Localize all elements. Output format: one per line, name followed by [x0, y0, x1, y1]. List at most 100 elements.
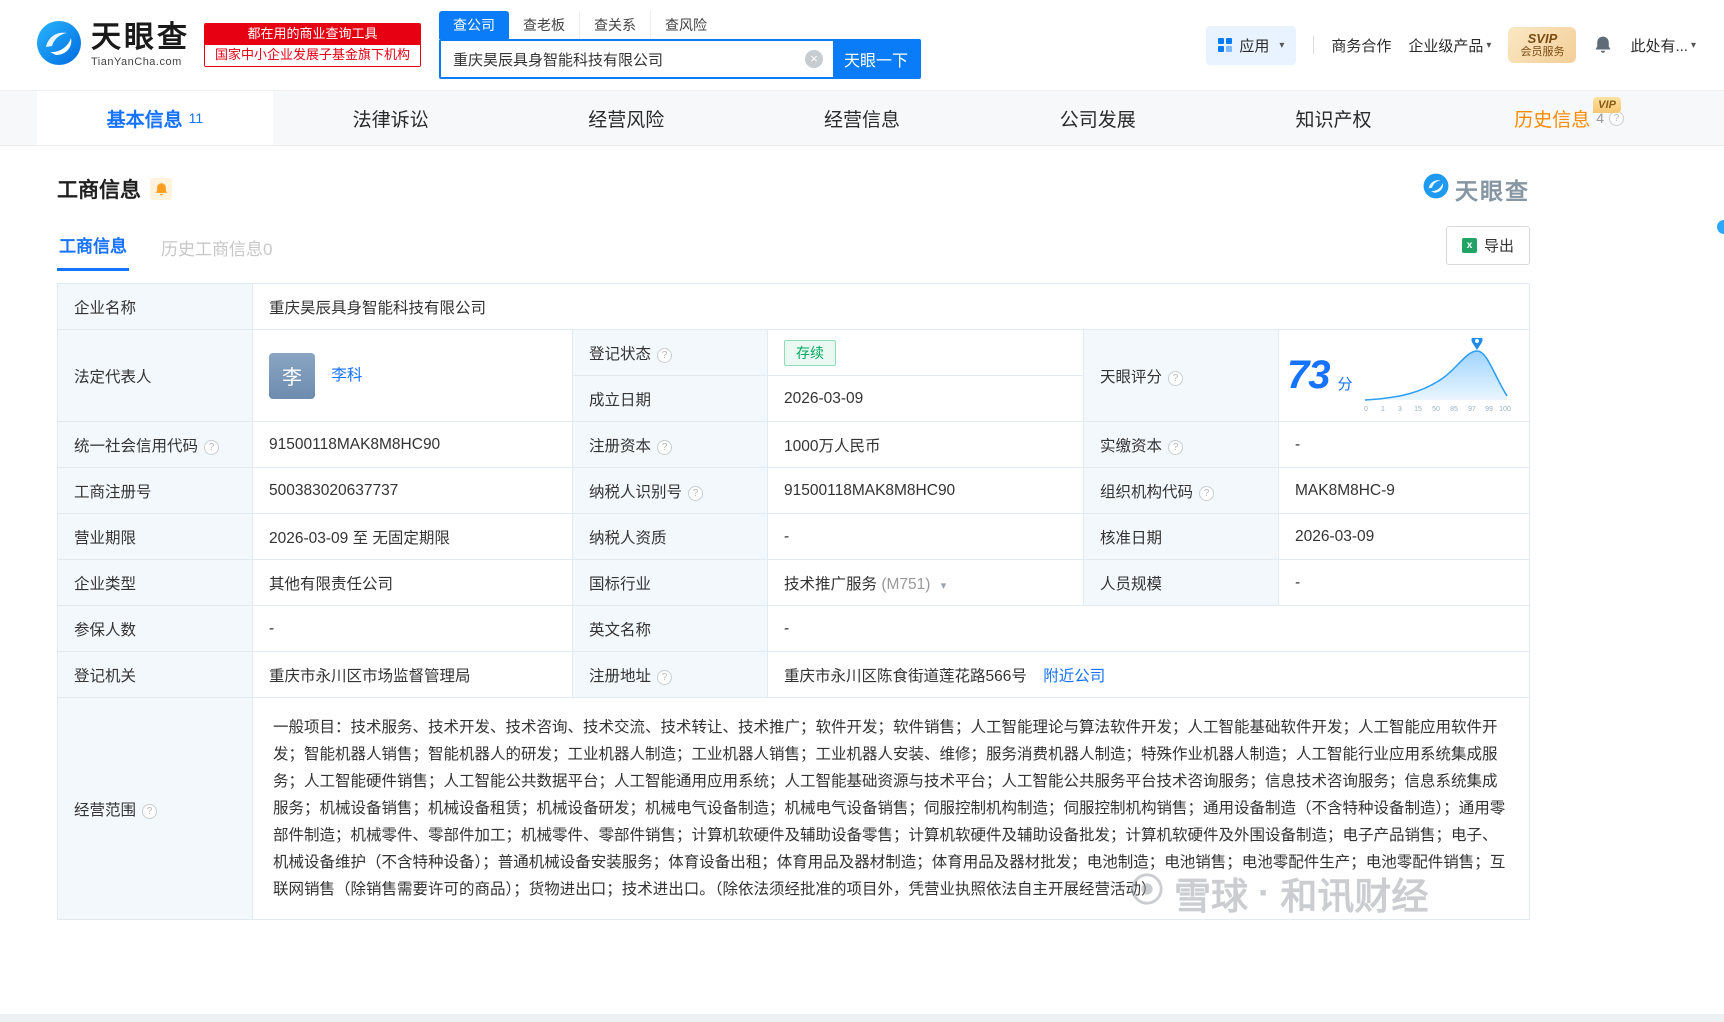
- tab-history-info[interactable]: VIP 历史信息 4 ?: [1451, 91, 1687, 145]
- svg-text:99: 99: [1485, 406, 1493, 413]
- help-icon[interactable]: ?: [657, 669, 673, 685]
- tab-business-info[interactable]: 经营信息: [744, 91, 980, 145]
- tab-company-development[interactable]: 公司发展: [980, 91, 1216, 145]
- company-nav-tabs: 基本信息 11 法律诉讼 经营风险 经营信息 公司发展 知识产权 VIP 历史信…: [0, 90, 1724, 146]
- tab-count: 11: [188, 110, 204, 126]
- subtab-history-business-info[interactable]: 历史工商信息0: [159, 235, 274, 271]
- legal-rep-avatar[interactable]: 李: [269, 352, 315, 399]
- table-row: 企业类型 其他有限责任公司 国标行业 技术推广服务 (M751) ▾ 人员规模 …: [57, 559, 1530, 606]
- help-icon[interactable]: ?: [657, 347, 673, 363]
- excel-icon: x: [1461, 238, 1477, 253]
- help-icon[interactable]: ?: [657, 439, 673, 455]
- export-button[interactable]: x 导出: [1445, 226, 1530, 265]
- tianyancha-logo[interactable]: 天眼查 TianYanCha.com: [36, 20, 190, 71]
- tab-operational-risk[interactable]: 经营风险: [508, 91, 744, 145]
- paid-capital-value: -: [1278, 421, 1530, 468]
- company-name-value: 重庆昊辰具身智能科技有限公司: [252, 283, 1530, 330]
- field-label: 法定代表人: [74, 368, 152, 386]
- field-label: 纳税人识别号: [589, 483, 683, 501]
- taxpayer-id-text: 91500118MAK8M8HC90: [784, 481, 956, 499]
- industry-text: 技术推广服务: [784, 575, 878, 593]
- industry-value: 技术推广服务 (M751) ▾: [767, 559, 1084, 606]
- field-label: 登记状态: [589, 345, 652, 363]
- help-icon[interactable]: ?: [204, 439, 220, 455]
- staff-size-value: -: [1278, 559, 1530, 606]
- company-type-text: 其他有限责任公司: [269, 575, 394, 593]
- field-label: 核准日期: [1100, 529, 1163, 547]
- legal-rep-link[interactable]: 李科: [331, 367, 362, 384]
- brand-slogan: 都在用的商业查询工具 国家中小企业发展子基金旗下机构: [204, 23, 422, 67]
- notification-bell-icon[interactable]: [1593, 35, 1613, 55]
- help-icon[interactable]: ?: [142, 803, 158, 819]
- svg-text:0: 0: [1364, 406, 1368, 413]
- bottom-divider: [0, 1014, 1724, 1022]
- tab-label: 经营信息: [824, 109, 901, 131]
- field-label: 组织机构代码: [1100, 483, 1194, 501]
- clear-search-icon[interactable]: ×: [805, 50, 824, 68]
- search-button[interactable]: 天眼一下: [833, 41, 920, 77]
- apps-menu[interactable]: 应用 ▾: [1206, 25, 1297, 65]
- field-label: 英文名称: [589, 621, 652, 639]
- field-label: 营业期限: [74, 529, 137, 547]
- search-tab-company[interactable]: 查公司: [439, 11, 510, 39]
- business-scope-text: 一般项目：技术服务、技术开发、技术咨询、技术交流、技术转让、技术推广；软件开发；…: [273, 719, 1506, 898]
- establish-date-value: 2026-03-09: [767, 375, 1084, 422]
- org-code-text: MAK8M8HC-9: [1295, 481, 1395, 499]
- svip-membership-button[interactable]: SVIP 会员服务: [1508, 26, 1577, 64]
- field-label: 企业名称: [74, 299, 137, 317]
- nearby-companies-link[interactable]: 附近公司: [1043, 668, 1105, 685]
- reg-capital-text: 1000万人民币: [784, 437, 881, 455]
- help-icon[interactable]: ?: [1168, 370, 1184, 386]
- score-value: 73: [1287, 353, 1330, 397]
- search-tab-boss[interactable]: 查老板: [509, 11, 579, 39]
- svip-sublabel: 会员服务: [1520, 46, 1565, 59]
- english-name-label-cell: 英文名称: [572, 605, 768, 652]
- table-row: 营业期限 2026-03-09 至 无固定期限 纳税人资质 - 核准日期 202…: [57, 513, 1530, 560]
- slogan-line-1: 都在用的商业查询工具: [205, 24, 421, 45]
- search-tab-relation[interactable]: 查关系: [579, 11, 650, 39]
- help-icon[interactable]: ?: [1199, 485, 1215, 501]
- side-widget-dot[interactable]: [1717, 220, 1724, 234]
- svg-text:15: 15: [1414, 406, 1422, 413]
- enterprise-products-link[interactable]: 企业级产品 ▾: [1408, 35, 1491, 56]
- reg-authority-label-cell: 登记机关: [57, 651, 253, 698]
- business-term-label-cell: 营业期限: [57, 513, 253, 560]
- expand-industry-icon[interactable]: ▾: [941, 580, 947, 592]
- section-logo-text: 天眼查: [1455, 178, 1530, 204]
- subscribe-bell-icon[interactable]: [150, 178, 172, 200]
- reg-status-label-cell: 登记状态?: [572, 329, 768, 376]
- table-row: 经营范围? 一般项目：技术服务、技术开发、技术咨询、技术交流、技术转让、技术推广…: [57, 697, 1530, 920]
- tab-intellectual-property[interactable]: 知识产权: [1216, 91, 1452, 145]
- search-tab-risk[interactable]: 查风险: [650, 11, 721, 39]
- apps-label: 应用: [1239, 37, 1270, 55]
- section-title: 工商信息: [57, 179, 141, 202]
- field-label: 注册地址: [589, 667, 652, 685]
- paid-capital-text: -: [1295, 435, 1301, 453]
- help-icon[interactable]: ?: [688, 485, 704, 501]
- business-scope-value: 一般项目：技术服务、技术开发、技术咨询、技术交流、技术转让、技术推广；软件开发；…: [252, 697, 1530, 920]
- subtab-business-info[interactable]: 工商信息: [57, 232, 129, 271]
- field-label: 登记机关: [74, 667, 137, 685]
- business-cooperation-link[interactable]: 商务合作: [1331, 35, 1391, 56]
- brand-name: 天眼查: [91, 21, 190, 55]
- field-label: 注册资本: [589, 437, 652, 455]
- svg-text:85: 85: [1450, 406, 1458, 413]
- tab-basic-info[interactable]: 基本信息 11: [37, 91, 273, 145]
- tab-label: 基本信息: [106, 109, 183, 131]
- enterprise-products-label: 企业级产品: [1408, 37, 1484, 55]
- user-menu[interactable]: 此处有... ▾: [1630, 35, 1696, 56]
- field-label: 参保人数: [74, 621, 137, 639]
- tianyan-score-cell[interactable]: 73 分 0 1 3 15 50 85 97 99 100: [1278, 329, 1530, 422]
- business-scope-label-cell: 经营范围?: [57, 697, 253, 920]
- field-label: 国标行业: [589, 575, 652, 593]
- field-label: 人员规模: [1100, 575, 1163, 593]
- tab-legal-proceedings[interactable]: 法律诉讼: [273, 91, 509, 145]
- search-area: 查公司 查老板 查关系 查风险 × 天眼一下: [439, 11, 922, 79]
- help-icon[interactable]: ?: [1168, 439, 1184, 455]
- reg-number-value: 500383020637737: [252, 467, 573, 514]
- field-label: 成立日期: [589, 391, 652, 409]
- subtab-label: 历史工商信息: [161, 240, 263, 259]
- establish-date-text: 2026-03-09: [784, 389, 864, 407]
- industry-label-cell: 国标行业: [572, 559, 768, 606]
- search-input[interactable]: [441, 41, 806, 77]
